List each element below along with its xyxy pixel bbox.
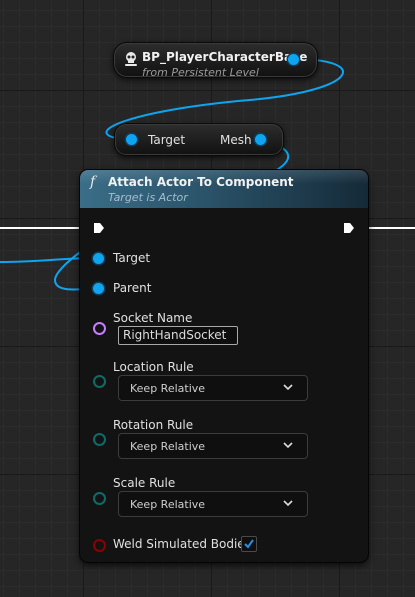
weld-bodies-checkbox[interactable]	[241, 536, 257, 552]
parent-label: Parent	[113, 281, 152, 295]
exec-output-pin[interactable]	[343, 222, 355, 234]
weld-bodies-label: Weld Simulated Bodies	[113, 537, 251, 551]
socket-name-input[interactable]: RightHandSocket	[118, 326, 238, 345]
chevron-down-icon	[283, 500, 293, 507]
mesh-target-label: Target	[148, 133, 186, 147]
node-title: Attach Actor To Component	[108, 175, 294, 189]
target-input-pin[interactable]	[93, 253, 104, 264]
rotation-rule-dropdown[interactable]: Keep Relative	[118, 433, 308, 459]
weld-bodies-pin[interactable]	[93, 539, 106, 552]
rotation-rule-value: Keep Relative	[130, 440, 206, 453]
target-label: Target	[113, 251, 151, 265]
location-rule-label: Location Rule	[113, 360, 194, 374]
actor-reference-subtitle: from Persistent Level	[142, 66, 259, 79]
mesh-output-pin[interactable]	[255, 134, 266, 145]
node-subtitle: Target is Actor	[108, 191, 188, 204]
actor-reference-title: BP_PlayerCharacterBase	[142, 50, 308, 64]
socket-name-pin[interactable]	[93, 322, 106, 335]
exec-input-pin[interactable]	[93, 222, 105, 234]
location-rule-dropdown[interactable]: Keep Relative	[118, 375, 308, 401]
rotation-rule-pin[interactable]	[93, 433, 106, 446]
chevron-down-icon	[283, 442, 293, 449]
scale-rule-label: Scale Rule	[113, 476, 176, 490]
location-rule-pin[interactable]	[93, 375, 106, 388]
parent-input-pin[interactable]	[93, 283, 104, 294]
actor-output-pin[interactable]	[288, 54, 299, 65]
attach-actor-to-component-node[interactable]: f Attach Actor To Component Target is Ac…	[80, 170, 368, 562]
function-icon: f	[90, 174, 96, 190]
socket-name-label: Socket Name	[113, 311, 193, 325]
scale-rule-value: Keep Relative	[130, 498, 206, 511]
get-mesh-node[interactable]: Target Mesh	[114, 123, 284, 156]
mesh-output-label: Mesh	[220, 133, 252, 147]
actor-reference-node[interactable]: BP_PlayerCharacterBase from Persistent L…	[113, 42, 318, 79]
mesh-target-input-pin[interactable]	[126, 134, 137, 145]
actor-icon	[125, 52, 137, 66]
chevron-down-icon	[283, 384, 293, 391]
rotation-rule-label: Rotation Rule	[113, 418, 194, 432]
scale-rule-dropdown[interactable]: Keep Relative	[118, 491, 308, 517]
checkmark-icon	[244, 539, 254, 549]
node-header[interactable]: f Attach Actor To Component Target is Ac…	[80, 170, 368, 208]
scale-rule-pin[interactable]	[93, 492, 106, 505]
location-rule-value: Keep Relative	[130, 382, 206, 395]
